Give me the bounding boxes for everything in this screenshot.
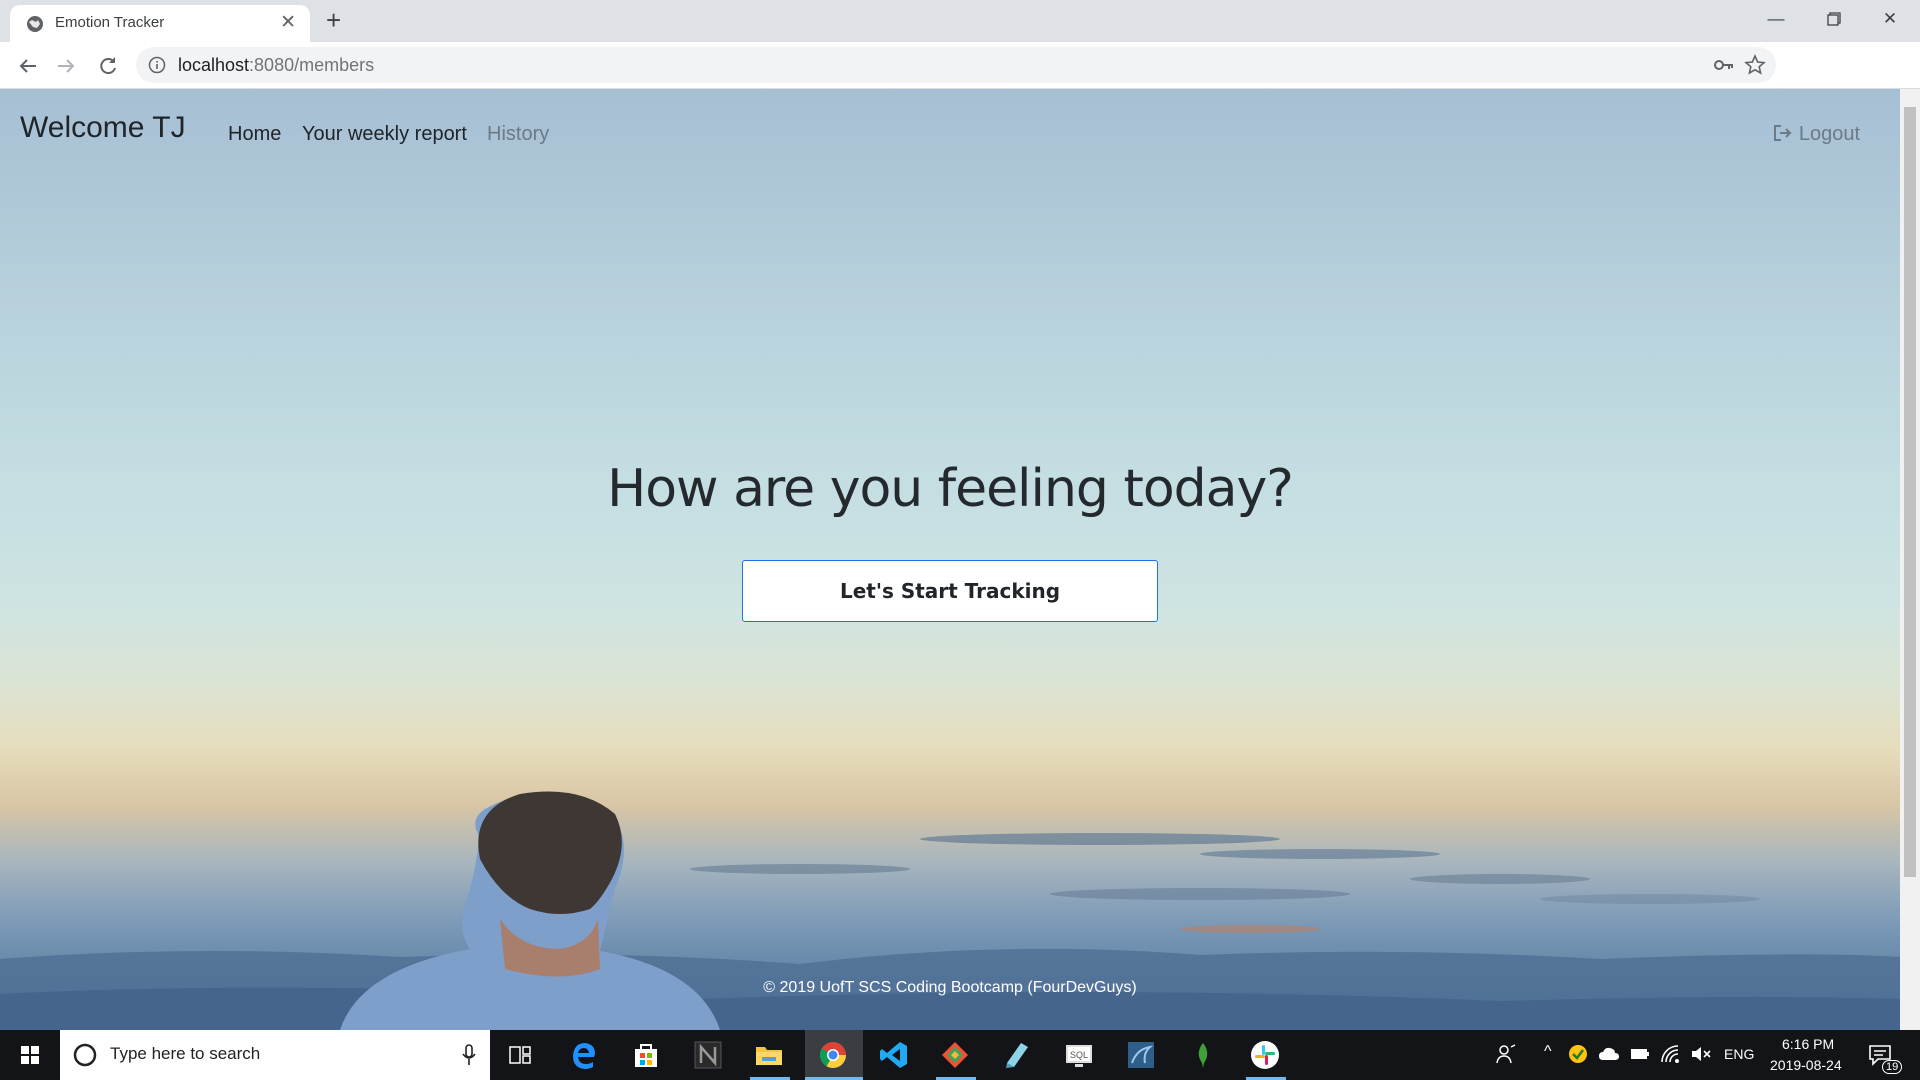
microphone-icon[interactable] bbox=[462, 1044, 476, 1066]
nav-weekly-report[interactable]: Your weekly report bbox=[302, 123, 467, 146]
onedrive-icon[interactable] bbox=[1598, 1044, 1620, 1064]
edge-browser-icon[interactable] bbox=[568, 1039, 600, 1071]
language-indicator[interactable]: ENG bbox=[1724, 1046, 1754, 1062]
scrollbar-thumb[interactable] bbox=[1904, 107, 1916, 877]
url-host: localhost bbox=[178, 55, 250, 75]
page-footer: © 2019 UofT SCS Coding Bootcamp (FourDev… bbox=[763, 979, 1137, 996]
bookmark-star-icon[interactable] bbox=[1744, 54, 1766, 76]
logout-link[interactable]: Logout bbox=[1773, 123, 1860, 146]
reload-icon[interactable] bbox=[94, 52, 122, 80]
battery-icon[interactable] bbox=[1630, 1046, 1650, 1062]
logout-icon bbox=[1773, 125, 1792, 141]
globe-icon bbox=[27, 16, 43, 32]
store-icon[interactable] bbox=[630, 1039, 662, 1071]
people-icon[interactable] bbox=[1494, 1042, 1518, 1066]
clock-date[interactable]: 2019-08-24 bbox=[1770, 1057, 1842, 1073]
page-headline: How are you feeling today? bbox=[607, 459, 1294, 519]
tab-close-icon[interactable]: ✕ bbox=[280, 11, 296, 33]
norton-icon[interactable] bbox=[1568, 1044, 1588, 1064]
sql-tool-icon[interactable]: SQL bbox=[1063, 1039, 1095, 1071]
vscode-icon[interactable] bbox=[878, 1039, 910, 1071]
minimize-icon[interactable]: — bbox=[1748, 4, 1804, 34]
page-viewport: Welcome TJ Home Your weekly report Histo… bbox=[0, 89, 1900, 1030]
notion-icon[interactable] bbox=[692, 1039, 724, 1071]
url-text: localhost:8080/members bbox=[178, 55, 374, 76]
browser-toolbar: localhost:8080/members T bbox=[0, 42, 1920, 120]
start-tracking-button[interactable]: Let's Start Tracking bbox=[742, 560, 1158, 622]
file-explorer-icon[interactable] bbox=[753, 1039, 785, 1071]
search-placeholder: Type here to search bbox=[110, 1044, 261, 1063]
notification-count-badge: 19 bbox=[1882, 1060, 1903, 1074]
chrome-icon[interactable] bbox=[817, 1039, 849, 1071]
notepad-icon[interactable] bbox=[1001, 1039, 1033, 1071]
new-tab-icon[interactable]: + bbox=[326, 6, 341, 34]
forward-icon[interactable] bbox=[52, 52, 80, 80]
logout-label: Logout bbox=[1798, 123, 1860, 145]
brand-title[interactable]: Welcome TJ bbox=[20, 111, 186, 145]
page-scrollbar[interactable] bbox=[1900, 89, 1920, 1030]
taskbar-search[interactable]: Type here to search bbox=[60, 1030, 490, 1080]
info-icon[interactable] bbox=[148, 56, 166, 74]
volume-muted-icon[interactable] bbox=[1690, 1044, 1712, 1064]
windows-start-icon[interactable] bbox=[0, 1030, 60, 1080]
svg-text:SQL: SQL bbox=[1070, 1050, 1088, 1060]
window-close-icon[interactable]: ✕ bbox=[1862, 4, 1918, 34]
chevron-up-icon[interactable]: ^ bbox=[1544, 1043, 1552, 1061]
task-view-icon[interactable] bbox=[504, 1039, 536, 1071]
tab-title: Emotion Tracker bbox=[55, 14, 165, 31]
clock-time[interactable]: 6:16 PM bbox=[1782, 1036, 1834, 1052]
mongodb-compass-icon[interactable] bbox=[1187, 1039, 1219, 1071]
cortana-icon bbox=[73, 1043, 97, 1067]
restore-icon[interactable] bbox=[1806, 4, 1862, 34]
gitkraken-icon[interactable] bbox=[939, 1039, 971, 1071]
nav-home[interactable]: Home bbox=[228, 123, 281, 146]
address-bar[interactable]: localhost:8080/members bbox=[136, 47, 1776, 83]
url-path: :8080/members bbox=[249, 55, 375, 75]
site-navbar: Welcome TJ Home Your weekly report Histo… bbox=[0, 89, 1900, 179]
wifi-icon[interactable] bbox=[1660, 1044, 1682, 1064]
slack-icon[interactable] bbox=[1249, 1039, 1281, 1071]
mysql-workbench-icon[interactable] bbox=[1125, 1039, 1157, 1071]
back-icon[interactable] bbox=[14, 52, 42, 80]
browser-tab[interactable]: Emotion Tracker ✕ bbox=[10, 5, 310, 42]
windows-taskbar: Type here to search SQL ^ ENG 6:16 PM 20… bbox=[0, 1030, 1920, 1080]
browser-tabstrip: Emotion Tracker ✕ + — ✕ bbox=[0, 0, 1920, 42]
key-icon[interactable] bbox=[1714, 56, 1734, 74]
nav-history[interactable]: History bbox=[487, 123, 549, 146]
